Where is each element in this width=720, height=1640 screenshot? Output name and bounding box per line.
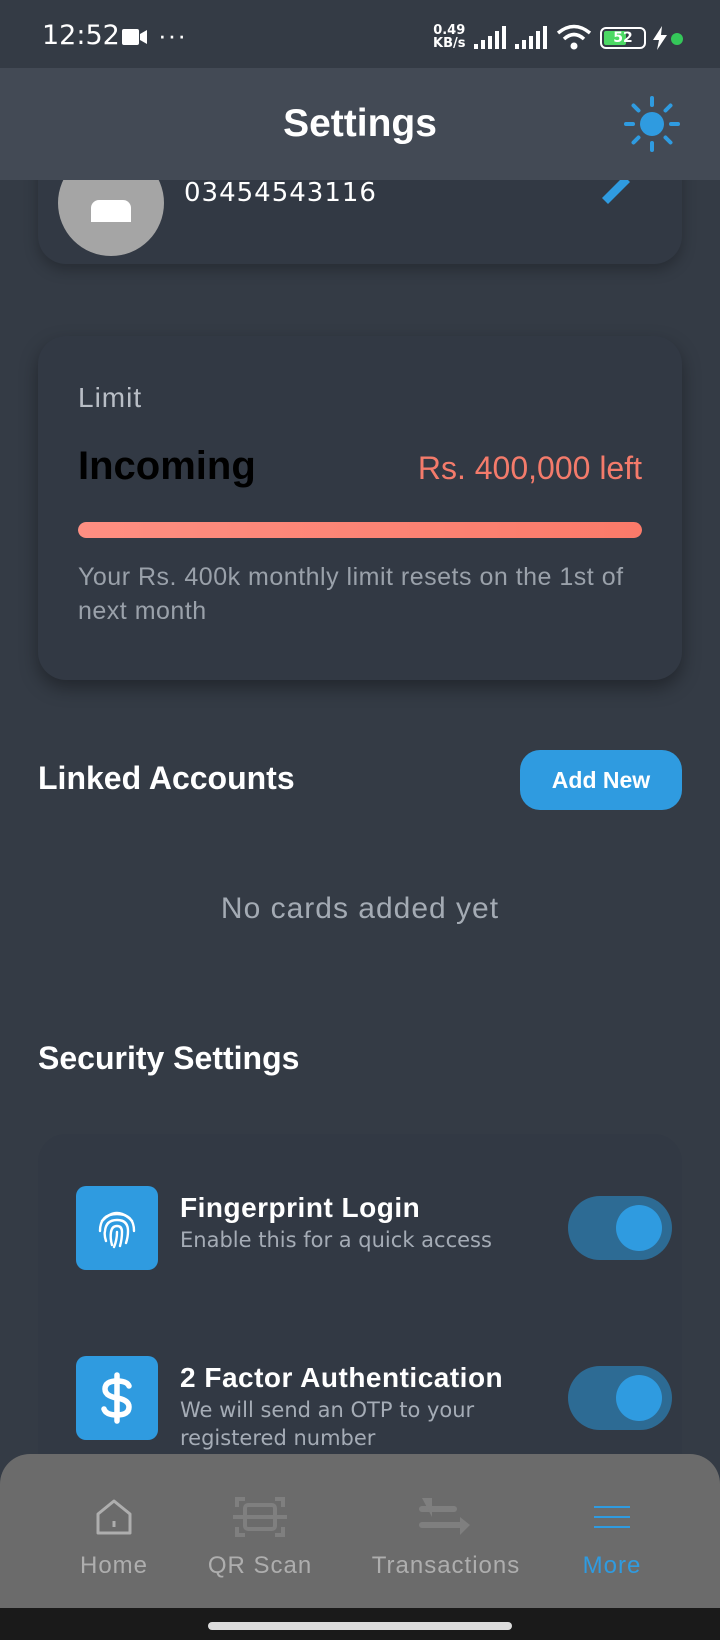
profile-phone-number: 03454543116 [184, 178, 377, 208]
limit-label: Limit [78, 382, 143, 413]
bottom-navigation: Home QR Scan Transactions More [0, 1454, 720, 1608]
signal-icon [515, 26, 549, 55]
limit-card: Limit Incoming Rs. 400,000 left Your Rs.… [38, 336, 682, 680]
fingerprint-login-row: Fingerprint Login Enable this for a quic… [76, 1186, 676, 1272]
battery-icon: 52 [600, 27, 646, 49]
limit-progress-fill [78, 522, 642, 538]
limit-progress-bar [78, 522, 642, 538]
nav-item-qr-scan[interactable]: QR Scan [200, 1494, 320, 1580]
limit-remaining: Rs. 400,000 left [417, 450, 642, 486]
status-bar: 12:52 ··· 0.49 KB/s 52 [0, 0, 720, 68]
theme-toggle-button[interactable] [624, 96, 680, 152]
battery-level: 52 [613, 30, 633, 46]
charging-icon [652, 26, 668, 56]
video-camera-icon [122, 28, 148, 51]
wifi-icon [556, 24, 592, 55]
nav-label-more: More [582, 1552, 642, 1579]
nav-item-more[interactable]: More [572, 1494, 652, 1580]
sun-icon [624, 96, 680, 152]
network-speed: 0.49 KB/s [433, 24, 465, 50]
app-header: Settings [0, 68, 720, 180]
nav-label-qr-scan: QR Scan [207, 1552, 313, 1579]
security-settings-title: Security Settings [38, 1040, 300, 1076]
nav-item-home[interactable]: Home [74, 1494, 154, 1580]
dollar-icon [76, 1356, 158, 1440]
signal-icon [474, 26, 508, 55]
notification-dot [671, 33, 683, 45]
qr-scan-icon [200, 1494, 320, 1540]
fingerprint-login-description: Enable this for a quick access [180, 1228, 492, 1252]
fingerprint-icon [76, 1186, 158, 1270]
empty-cards-message: No cards added yet [220, 892, 500, 925]
two-factor-auth-description: We will send an OTP to your registered n… [180, 1398, 475, 1450]
home-icon [74, 1494, 154, 1540]
transactions-icon [368, 1494, 524, 1540]
nav-label-transactions: Transactions [371, 1552, 521, 1579]
nav-label-home: Home [79, 1552, 149, 1579]
page-title: Settings [283, 102, 437, 145]
add-new-button[interactable]: Add New [520, 750, 682, 810]
two-factor-auth-row: 2 Factor Authentication We will send an … [76, 1356, 676, 1450]
home-gesture-bar[interactable] [208, 1622, 512, 1630]
status-more-dots: ··· [158, 20, 187, 50]
menu-icon [572, 1494, 652, 1540]
limit-type: Incoming [78, 444, 256, 488]
fingerprint-login-title: Fingerprint Login [180, 1192, 421, 1223]
gesture-area [0, 1608, 720, 1640]
two-factor-auth-title: 2 Factor Authentication [180, 1362, 504, 1393]
status-time: 12:52 [42, 20, 120, 51]
nav-item-transactions[interactable]: Transactions [368, 1494, 524, 1580]
linked-accounts-title: Linked Accounts [38, 760, 295, 796]
limit-note: Your Rs. 400k monthly limit resets on th… [78, 563, 624, 625]
network-speed-unit: KB/s [433, 36, 466, 51]
fingerprint-login-toggle[interactable] [568, 1196, 672, 1260]
two-factor-auth-toggle[interactable] [568, 1366, 672, 1430]
